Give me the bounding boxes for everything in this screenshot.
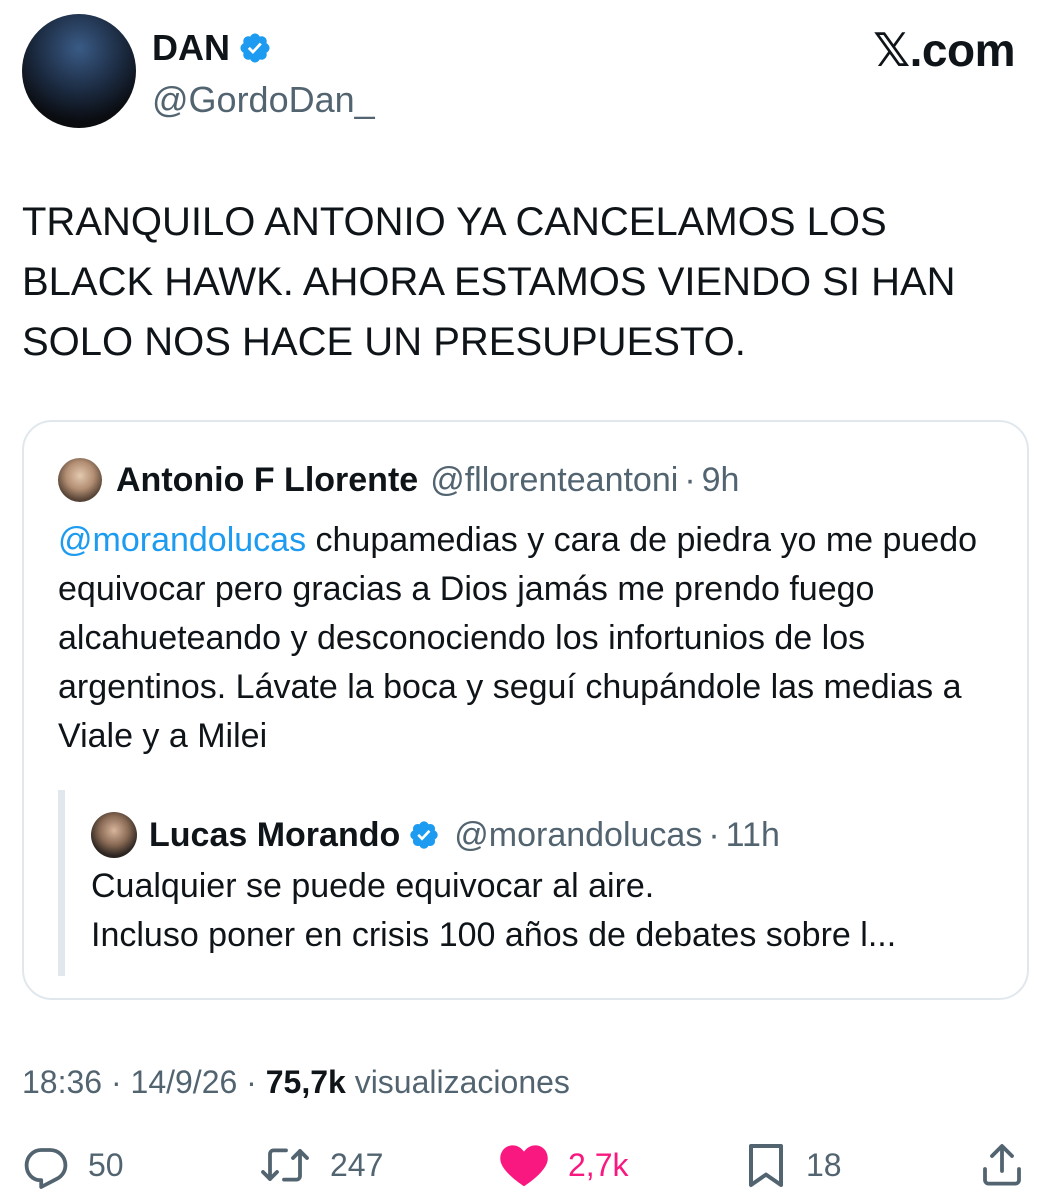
separator-dot: · xyxy=(684,461,696,499)
nested-tweet-line: Incluso poner en crisis 100 años de deba… xyxy=(91,916,897,954)
quoted-author-avatar[interactable] xyxy=(58,458,102,502)
quoted-tweet-text: @morandolucas chupamedias y cara de pied… xyxy=(58,516,1008,761)
quoted-tweet-header: Antonio F Llorente @fllorenteantoni · 9h xyxy=(58,458,739,502)
author-name[interactable]: DAN xyxy=(152,26,230,70)
repost-icon xyxy=(258,1141,312,1189)
tweet-date[interactable]: 14/9/26 xyxy=(131,1064,238,1100)
nested-author-avatar[interactable] xyxy=(91,812,137,858)
like-count: 2,7k xyxy=(568,1147,629,1183)
x-com-logo: 𝕏.com xyxy=(873,24,1015,76)
quoted-author-name[interactable]: Antonio F Llorente xyxy=(116,459,418,501)
separator-dot: · xyxy=(246,1064,257,1100)
tweet-time[interactable]: 18:36 xyxy=(22,1064,102,1100)
author-name-row: DAN xyxy=(152,26,272,70)
nested-author-handle[interactable]: @morandolucas xyxy=(454,814,702,856)
reply-icon xyxy=(22,1141,70,1189)
author-avatar[interactable] xyxy=(22,14,136,128)
nested-tweet-line: Cualquier se puede equivocar al aire. xyxy=(91,867,655,905)
bookmark-button[interactable]: 18 xyxy=(744,1140,842,1190)
nested-quoted-tweet[interactable]: Lucas Morando @morandolucas · 11h Cualqu… xyxy=(58,790,998,976)
like-button[interactable]: 2,7k xyxy=(498,1140,628,1190)
nested-tweet-header: Lucas Morando @morandolucas · 11h xyxy=(91,812,780,858)
quoted-tweet-card[interactable]: Antonio F Llorente @fllorenteantoni · 9h… xyxy=(22,420,1029,1000)
separator-dot: · xyxy=(110,1064,122,1100)
nested-tweet-time[interactable]: 11h xyxy=(726,814,780,856)
verified-badge-icon xyxy=(238,31,272,65)
separator-dot: · xyxy=(708,816,720,854)
quoted-tweet-time[interactable]: 9h xyxy=(702,459,740,501)
bookmark-icon xyxy=(744,1141,788,1189)
verified-badge-icon xyxy=(408,819,440,851)
action-bar: 50 247 2,7k 18 xyxy=(0,1140,1053,1190)
share-icon xyxy=(978,1141,1026,1189)
bookmark-count: 18 xyxy=(806,1147,842,1183)
reply-count: 50 xyxy=(88,1147,124,1183)
share-button[interactable] xyxy=(978,1140,1026,1190)
nested-tweet-text: Cualquier se puede equivocar al aire. In… xyxy=(91,862,991,960)
quoted-author-handle[interactable]: @fllorenteantoni xyxy=(430,459,678,501)
views-count[interactable]: 75,7k xyxy=(266,1064,346,1100)
repost-button[interactable]: 247 xyxy=(258,1140,383,1190)
nested-author-name[interactable]: Lucas Morando xyxy=(149,814,400,856)
author-handle[interactable]: @GordoDan_ xyxy=(152,78,375,122)
tweet-meta: 18:36 · 14/9/26 · 75,7k visualizaciones xyxy=(22,1060,570,1104)
reply-button[interactable]: 50 xyxy=(22,1140,124,1190)
tweet-text: TRANQUILO ANTONIO YA CANCELAMOS LOS BLAC… xyxy=(22,200,956,364)
mention-link[interactable]: @morandolucas xyxy=(58,521,306,559)
heart-icon xyxy=(498,1141,550,1189)
repost-count: 247 xyxy=(330,1147,384,1183)
views-label: visualizaciones xyxy=(354,1064,570,1100)
